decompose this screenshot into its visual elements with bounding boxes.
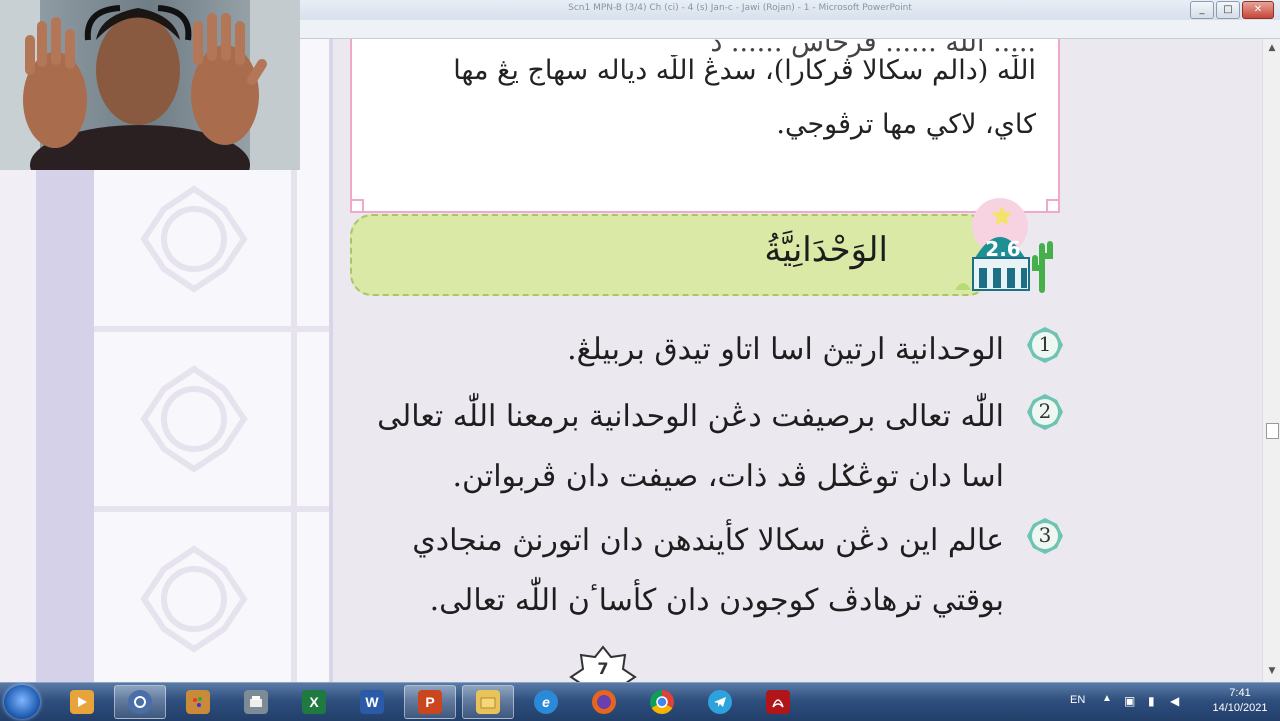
telegram-icon [708, 690, 732, 714]
list-item: 3 عالم اين دڠن سکالا کأيندهن دان اتورنڽ … [350, 513, 1064, 643]
point-line: بوقتي ترهادڤ کوجودن دان کأساٴن اللّٰه تع… [429, 583, 1004, 618]
taskbar-explorer[interactable] [462, 685, 514, 719]
paint-icon [186, 690, 210, 714]
fax-icon [244, 690, 268, 714]
section-title: الوَحْدَانِيَّةُ [764, 230, 888, 270]
window-controls: _ □ ✕ [1190, 1, 1274, 19]
info-line-2: اللّٰه (دالم سکالا ڤرکارا)، سدڠ اللّٰه د… [453, 55, 1036, 86]
taskbar: X W P e EN ▲ ▣ ▮ ◀ 7:41 14/10/2021 [0, 682, 1280, 721]
point-line: اسا دان توڠݢل ڤد ذات، صيفت دان ڤربواتن. [452, 459, 1004, 494]
device-icon[interactable]: ▣ [1124, 694, 1135, 708]
point-number: 2 [1038, 399, 1052, 423]
volume-icon[interactable]: ◀ [1170, 694, 1179, 708]
clock-date: 14/10/2021 [1212, 702, 1268, 714]
scroll-up-icon[interactable]: ▲ [1266, 43, 1278, 55]
media-player-icon [70, 690, 94, 714]
network-icon[interactable]: ▮ [1148, 694, 1155, 708]
taskbar-media-player[interactable] [56, 685, 108, 719]
window-title: Scn1 MPN-B (3/4) Ch (ci) - 4 (s) Jan-c -… [568, 3, 912, 13]
taskbar-media-center[interactable] [114, 685, 166, 719]
powerpoint-icon: P [418, 690, 442, 714]
scroll-down-icon[interactable]: ▼ [1266, 666, 1278, 678]
star-number: 7 [597, 659, 609, 678]
acrobat-icon [766, 690, 790, 714]
number-badge: 1 [1026, 326, 1064, 364]
point-line: الوحدانية ارتيڽ اسا اتاو تيدق بربيلڠ. [567, 332, 1004, 367]
point-text: اللّٰه تعالى برصيفت دڠن الوحدانية برمعنا… [350, 387, 1004, 507]
media-center-icon [128, 690, 152, 714]
firefox-icon [592, 690, 616, 714]
info-box: ..... الله ...... فرخاس ...... د اللّٰه … [350, 39, 1060, 213]
point-line: عالم اين دڠن سکالا کأيندهن دان اتورنڽ من… [412, 523, 1004, 558]
taskbar-word[interactable]: W [346, 685, 398, 719]
restore-button[interactable]: □ [1216, 1, 1240, 19]
box-corner [350, 199, 364, 213]
point-line: اللّٰه تعالى برصيفت دڠن الوحدانية برمعنا… [377, 399, 1004, 434]
section-header: الوَحْدَانِيَّةُ [350, 214, 990, 296]
internet-explorer-icon: e [534, 690, 558, 714]
info-line-3: کاي، لاکي مها ترڤوجي. [776, 109, 1036, 140]
excel-icon: X [302, 690, 326, 714]
show-hidden-icons-icon[interactable]: ▲ [1102, 693, 1112, 704]
point-text: عالم اين دڠن سکالا کأيندهن دان اتورنڽ من… [350, 511, 1004, 631]
language-indicator[interactable]: EN [1070, 694, 1085, 706]
section-number: 2.6 [985, 237, 1021, 261]
system-tray: EN ▲ ▣ ▮ ◀ 7:41 14/10/2021 [1060, 683, 1280, 721]
taskbar-acrobat[interactable] [752, 685, 804, 719]
clock[interactable]: 7:41 14/10/2021 [1210, 686, 1270, 716]
taskbar-telegram[interactable] [694, 685, 746, 719]
taskbar-internet-explorer[interactable]: e [520, 685, 572, 719]
close-button[interactable]: ✕ [1242, 1, 1274, 19]
taskbar-fax[interactable] [230, 685, 282, 719]
minimize-button[interactable]: _ [1190, 1, 1214, 19]
point-text: الوحدانية ارتيڽ اسا اتاو تيدق بربيلڠ. [350, 320, 1004, 380]
chrome-icon [650, 690, 674, 714]
taskbar-powerpoint[interactable]: P [404, 685, 456, 719]
clock-time: 7:41 [1229, 687, 1251, 699]
number-badge: 3 [1026, 517, 1064, 555]
list-item: 1 الوحدانية ارتيڽ اسا اتاو تيدق بربيلڠ. [350, 322, 1064, 392]
taskbar-excel[interactable]: X [288, 685, 340, 719]
star-ornament: 7 [565, 645, 641, 682]
start-button[interactable] [4, 685, 40, 719]
taskbar-firefox[interactable] [578, 685, 630, 719]
scroll-thumb[interactable] [1266, 423, 1279, 439]
point-number: 1 [1038, 332, 1052, 356]
section-badge: 2.6 [945, 196, 1065, 296]
point-number: 3 [1038, 523, 1052, 547]
presenter-video [0, 0, 300, 170]
folder-icon [476, 690, 500, 714]
list-item: 2 اللّٰه تعالى برصيفت دڠن الوحدانية برمع… [350, 389, 1064, 519]
vertical-scrollbar[interactable]: ▲ ▼ [1262, 39, 1280, 682]
webcam-overlay [0, 0, 300, 170]
taskbar-paint[interactable] [172, 685, 224, 719]
number-badge: 2 [1026, 393, 1064, 431]
taskbar-chrome[interactable] [636, 685, 688, 719]
word-icon: W [360, 690, 384, 714]
